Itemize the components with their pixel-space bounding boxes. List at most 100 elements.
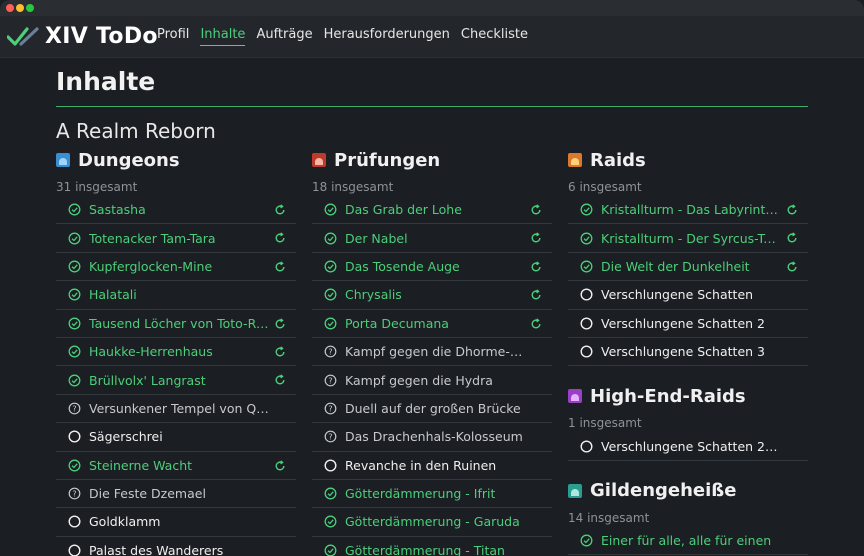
question-circle-icon[interactable]: ? <box>324 374 337 387</box>
nav-checkliste[interactable]: Checkliste <box>461 27 528 46</box>
guildhest-icon <box>568 483 582 498</box>
check-circle-icon[interactable] <box>68 459 81 472</box>
list-item[interactable]: Tausend Löcher von Toto-Rak <box>56 310 296 338</box>
item-name: Die Welt der Dunkelheit <box>601 258 750 274</box>
list-item[interactable]: ? Versunkener Tempel von Qarn <box>56 395 296 424</box>
list-item[interactable]: Götterdämmerung - Titan <box>312 537 552 556</box>
list-item[interactable]: Sastasha <box>56 196 296 225</box>
list-item[interactable]: Das Tosende Auge <box>312 253 552 282</box>
item-name: Kristallturm - Der Syrcus-Turm <box>601 230 781 246</box>
list-item[interactable]: Palast des Wanderers <box>56 537 296 556</box>
list-item[interactable]: Verschlungene Schatten <box>568 281 808 310</box>
list-item[interactable]: Chrysalis <box>312 281 552 310</box>
check-circle-icon[interactable] <box>324 260 337 273</box>
check-circle-icon[interactable] <box>68 317 81 330</box>
dungeon-icon <box>56 153 70 167</box>
list-item[interactable]: Verschlungene Schatten 3 <box>568 338 808 367</box>
nav-inhalte[interactable]: Inhalte <box>200 27 246 46</box>
list-item[interactable]: Das Grab der Lohe <box>312 196 552 225</box>
list-item[interactable]: ? Kampf gegen die Hydra <box>312 366 552 395</box>
list-item[interactable]: Götterdämmerung - Garuda <box>312 508 552 537</box>
item-name: Verschlungene Schatten <box>601 287 754 303</box>
check-circle-icon[interactable] <box>68 288 81 301</box>
repeat-icon <box>786 204 798 216</box>
list-item[interactable]: Halatali <box>56 281 296 310</box>
nav-herausforderungen[interactable]: Herausforderungen <box>324 27 450 46</box>
list-item[interactable]: Haukke-Herrenhaus <box>56 338 296 367</box>
check-circle-icon[interactable] <box>324 515 337 528</box>
category-title: High-End-Raids <box>590 385 746 407</box>
empty-circle-icon[interactable] <box>68 515 81 528</box>
question-circle-icon[interactable]: ? <box>324 430 337 443</box>
list-item[interactable]: Verschlungene Schatten 2 (episch) <box>568 432 808 461</box>
item-name: Sägerschrei <box>89 429 163 445</box>
question-circle-icon[interactable]: ? <box>68 487 81 500</box>
check-circle-icon[interactable] <box>580 203 593 216</box>
list-item[interactable]: Totenacker Tam-Tara <box>56 224 296 253</box>
list-item[interactable]: Der Nabel <box>312 224 552 253</box>
empty-circle-icon[interactable] <box>580 317 593 330</box>
check-circle-icon[interactable] <box>580 260 593 273</box>
check-circle-icon[interactable] <box>68 260 81 273</box>
check-circle-icon[interactable] <box>324 544 337 556</box>
empty-circle-icon[interactable] <box>68 544 81 556</box>
list-item[interactable]: Einer für alle, alle für einen <box>568 527 808 556</box>
close-window-button[interactable] <box>6 4 14 12</box>
empty-circle-icon[interactable] <box>580 440 593 453</box>
item-name: Kristallturm - Das Labyrinth de… <box>601 202 781 218</box>
check-circle-icon[interactable] <box>580 232 593 245</box>
item-name: Götterdämmerung - Garuda <box>345 514 520 530</box>
repeat-icon <box>274 261 286 273</box>
svg-text:?: ? <box>328 433 332 442</box>
category-header: Gildengeheiße <box>568 477 808 505</box>
category-count: 6 insgesamt <box>568 180 642 194</box>
check-circle-icon[interactable] <box>324 203 337 216</box>
check-circle-icon[interactable] <box>68 345 81 358</box>
check-circle-icon[interactable] <box>68 232 81 245</box>
list-item[interactable]: Steinerne Wacht <box>56 452 296 480</box>
category-pruefungen: Prüfungen 18 insgesamt Das Grab der Lohe De… <box>312 146 552 556</box>
title-divider <box>56 106 808 107</box>
list-item[interactable]: Die Welt der Dunkelheit <box>568 253 808 282</box>
check-circle-icon[interactable] <box>580 534 593 547</box>
nav-profil[interactable]: Profil <box>157 27 189 46</box>
check-circle-icon[interactable] <box>324 232 337 245</box>
item-name: Götterdämmerung - Titan <box>345 542 505 556</box>
question-circle-icon[interactable]: ? <box>324 345 337 358</box>
list-item[interactable]: Porta Decumana <box>312 310 552 338</box>
list-item[interactable]: Sägerschrei <box>56 423 296 452</box>
empty-circle-icon[interactable] <box>580 345 593 358</box>
list-item[interactable]: Revanche in den Ruinen <box>312 452 552 480</box>
list-item[interactable]: ? Duell auf der großen Brücke <box>312 395 552 424</box>
list-item[interactable]: Götterdämmerung - Ifrit <box>312 480 552 509</box>
list-item[interactable]: ? Das Drachenhals-Kolosseum <box>312 423 552 452</box>
list-item[interactable]: Brüllvolx' Langrast <box>56 366 296 395</box>
check-circle-icon[interactable] <box>68 374 81 387</box>
list-item[interactable]: Kristallturm - Der Syrcus-Turm <box>568 224 808 253</box>
empty-circle-icon[interactable] <box>68 430 81 443</box>
minimize-window-button[interactable] <box>16 4 24 12</box>
empty-circle-icon[interactable] <box>580 288 593 301</box>
repeat-icon <box>530 289 542 301</box>
question-circle-icon[interactable]: ? <box>68 402 81 415</box>
list-item[interactable]: ? Kampf gegen die Dhorme-Chimära <box>312 338 552 367</box>
app-logo[interactable]: XIV ToDo <box>7 24 158 49</box>
list-item[interactable]: Kristallturm - Das Labyrinth de… <box>568 196 808 225</box>
check-circle-icon[interactable] <box>324 487 337 500</box>
check-circle-icon[interactable] <box>324 317 337 330</box>
check-circle-icon[interactable] <box>68 203 81 216</box>
list-item[interactable]: Kupferglocken-Mine <box>56 253 296 282</box>
column-pruefungen: Prüfungen 18 insgesamt Das Grab der Lohe De… <box>312 146 552 556</box>
list-item[interactable]: Verschlungene Schatten 2 <box>568 310 808 338</box>
maximize-window-button[interactable] <box>26 4 34 12</box>
repeat-icon <box>786 261 798 273</box>
nav-auftraege[interactable]: Aufträge <box>256 27 312 46</box>
list-item[interactable]: ? Die Feste Dzemael <box>56 480 296 509</box>
category-title: Dungeons <box>78 149 180 171</box>
question-circle-icon[interactable]: ? <box>324 402 337 415</box>
empty-circle-icon[interactable] <box>324 459 337 472</box>
item-name: Palast des Wanderers <box>89 542 224 556</box>
category-high-end-raids: High-End-Raids 1 insgesamt Verschlungene S… <box>568 382 808 461</box>
check-circle-icon[interactable] <box>324 288 337 301</box>
list-item[interactable]: Goldklamm <box>56 508 296 537</box>
